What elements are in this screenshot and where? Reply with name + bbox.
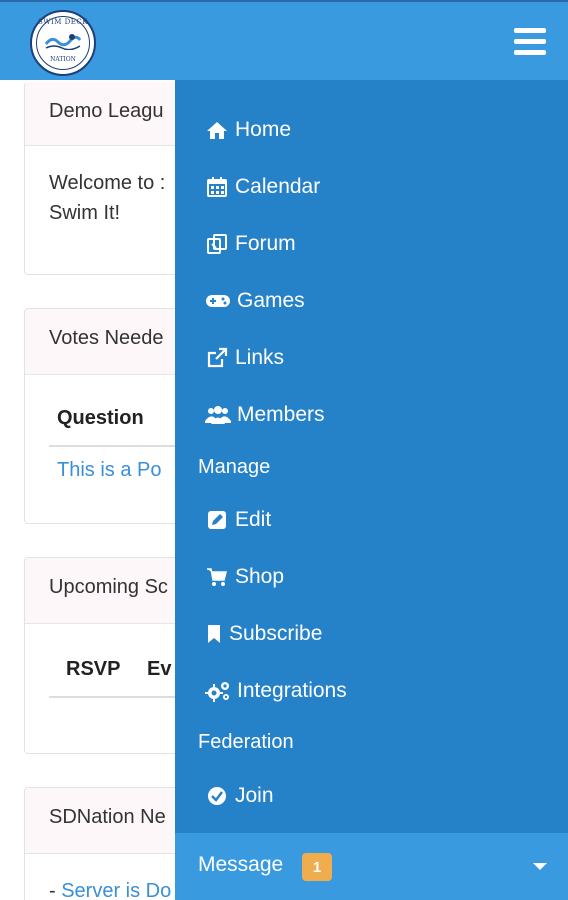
menu-item-forum[interactable]: Forum	[205, 224, 296, 264]
menu-item-integrations[interactable]: Integrations	[205, 671, 347, 711]
bookmark-icon	[205, 623, 223, 645]
menu-item-links[interactable]: Links	[205, 338, 284, 378]
message-dropdown[interactable]: Message 1	[175, 833, 568, 900]
menu-item-label: Forum	[235, 232, 296, 255]
top-navbar: SWIM DECK NATION	[0, 0, 568, 80]
menu-item-games[interactable]: Games	[205, 281, 305, 321]
menu-item-label: Integrations	[237, 679, 347, 702]
logo-text-top: SWIM DECK	[38, 18, 88, 26]
menu-item-shop[interactable]: Shop	[205, 557, 284, 597]
menu-item-members[interactable]: Members	[205, 395, 325, 435]
menu-item-label: Home	[235, 118, 292, 141]
side-menu: Home Calendar Forum Games Links Members …	[175, 80, 568, 900]
hamburger-icon[interactable]	[514, 28, 546, 56]
menu-item-label: Edit	[235, 508, 272, 531]
menu-item-join[interactable]: Join	[205, 776, 274, 816]
news-item: - Server is Do	[49, 880, 171, 900]
swimmer-wave-icon	[44, 34, 82, 50]
news-bullet: -	[49, 880, 62, 900]
menu-item-label: Calendar	[235, 175, 321, 198]
cart-icon	[205, 566, 229, 588]
menu-item-label: Links	[235, 346, 285, 369]
news-link[interactable]: Server is Do	[61, 880, 171, 900]
home-icon	[205, 119, 229, 141]
poll-link[interactable]: This is a Po	[57, 459, 161, 482]
column-header: Question	[57, 407, 144, 429]
manage-heading: Manage	[198, 456, 271, 478]
message-count-badge: 1	[302, 853, 332, 881]
calendar-icon	[205, 176, 229, 198]
forum-icon	[205, 233, 229, 255]
external-link-icon	[205, 347, 229, 369]
edit-icon	[205, 509, 229, 531]
menu-item-calendar[interactable]: Calendar	[205, 167, 320, 207]
logo-text-bottom: NATION	[50, 56, 76, 63]
federation-heading: Federation	[198, 731, 294, 753]
menu-item-subscribe[interactable]: Subscribe	[205, 614, 322, 654]
gears-icon	[205, 680, 231, 702]
column-header-rsvp: RSVP	[66, 658, 121, 680]
menu-item-label: Join	[235, 784, 274, 807]
swim-deck-nation-logo[interactable]: SWIM DECK NATION	[30, 10, 96, 76]
menu-item-label: Subscribe	[229, 622, 323, 645]
menu-item-edit[interactable]: Edit	[205, 500, 271, 540]
menu-item-home[interactable]: Home	[205, 110, 291, 150]
users-icon	[205, 404, 231, 426]
caret-down-icon	[533, 863, 547, 870]
message-label: Message	[198, 853, 284, 876]
menu-item-label: Members	[237, 403, 325, 426]
menu-item-label: Shop	[235, 565, 285, 588]
check-circle-icon	[205, 785, 229, 807]
gamepad-icon	[205, 290, 231, 312]
menu-item-label: Games	[237, 289, 305, 312]
column-header-event: Ev	[147, 658, 172, 680]
